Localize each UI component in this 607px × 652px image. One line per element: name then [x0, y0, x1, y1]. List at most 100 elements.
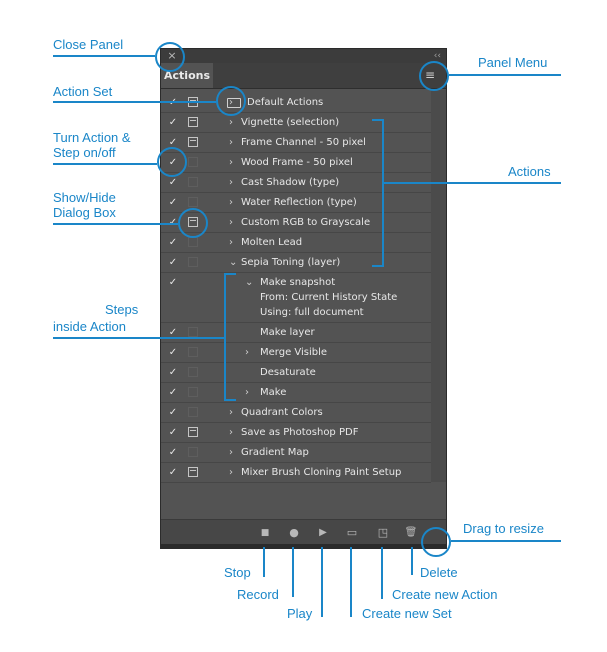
action-row[interactable]: ✓ › Frame Channel - 50 pixel	[161, 133, 431, 153]
stop-label: Stop	[224, 565, 251, 580]
action-row[interactable]: ✓ › Molten Lead	[161, 233, 431, 253]
action-row[interactable]: ✓ ⌄ Sepia Toning (layer)	[161, 253, 431, 273]
expand-arrow-icon[interactable]: ›	[229, 403, 233, 422]
action-label: Wood Frame - 50 pixel	[241, 157, 353, 168]
toggle-checkmark-icon[interactable]: ✓	[167, 423, 179, 442]
dialog-toggle-icon[interactable]	[188, 387, 198, 397]
expand-arrow-icon[interactable]: ›	[229, 463, 233, 482]
dialog-toggle-icon[interactable]	[188, 327, 198, 337]
action-row[interactable]: ✓›Default Actions	[161, 93, 431, 113]
toggle-checkmark-icon[interactable]: ✓	[167, 343, 179, 362]
toggle-checkmark-icon[interactable]: ✓	[167, 233, 179, 252]
dialog-toggle-icon[interactable]	[188, 157, 198, 167]
action-label: Merge Visible	[260, 347, 328, 358]
dialog-toggle-icon[interactable]	[188, 137, 198, 147]
dialog-toggle-icon[interactable]	[188, 407, 198, 417]
record-label: Record	[237, 587, 279, 602]
toggle-checkmark-icon[interactable]: ✓	[167, 463, 179, 482]
dialog-toggle-icon[interactable]	[188, 447, 198, 457]
record-icon[interactable]: ●	[287, 526, 301, 540]
resize-highlight	[421, 527, 451, 557]
steps-label-2: inside Action	[53, 319, 126, 334]
toggle-checkmark-icon[interactable]: ✓	[167, 383, 179, 402]
action-label: Vignette (selection)	[241, 117, 340, 128]
panel-menu-line	[449, 74, 561, 76]
expand-arrow-icon[interactable]: ›	[229, 173, 233, 192]
action-label: Make	[260, 387, 287, 398]
collapse-arrow-icon[interactable]: ⌄	[229, 253, 237, 272]
turn-action-line	[53, 163, 157, 165]
dialog-toggle-icon[interactable]	[188, 237, 198, 247]
create-action-label: Create new Action	[392, 587, 498, 602]
actions-bracket	[382, 119, 384, 267]
dialog-toggle-icon[interactable]	[188, 367, 198, 377]
scrollbar[interactable]	[431, 90, 446, 482]
expand-arrow-icon[interactable]: ›	[229, 443, 233, 462]
toggle-highlight	[157, 147, 187, 177]
new-action-icon[interactable]: ◳	[376, 526, 390, 540]
expand-arrow-icon[interactable]: ›	[245, 383, 249, 402]
action-label: Quadrant Colors	[241, 407, 323, 418]
action-set-label: Action Set	[53, 84, 113, 99]
toggle-checkmark-icon[interactable]: ✓	[167, 363, 179, 382]
dialog-toggle-icon[interactable]	[188, 117, 198, 127]
new-set-line	[350, 547, 352, 617]
dialog-toggle-icon[interactable]	[188, 347, 198, 357]
delete-line	[411, 547, 413, 575]
delete-icon[interactable]: 🗑	[404, 526, 418, 540]
dialog-toggle-icon[interactable]	[188, 257, 198, 267]
action-row[interactable]: ✓ Make layer	[161, 323, 431, 343]
actions-line	[382, 182, 561, 184]
stop-line	[263, 547, 265, 577]
play-icon[interactable]: ▶	[316, 526, 330, 540]
toggle-checkmark-icon[interactable]: ✓	[167, 273, 179, 292]
toggle-checkmark-icon[interactable]: ✓	[167, 323, 179, 342]
play-label: Play	[287, 606, 313, 621]
action-label: Water Reflection (type)	[241, 197, 357, 208]
action-row[interactable]: ✓ Desaturate	[161, 363, 431, 383]
action-row[interactable]: ✓ › Wood Frame - 50 pixel	[161, 153, 431, 173]
action-label: Save as Photoshop PDF	[241, 427, 359, 438]
new-set-icon[interactable]: ▭	[345, 526, 359, 540]
toggle-checkmark-icon[interactable]: ✓	[167, 253, 179, 272]
action-row[interactable]: ✓ › Merge Visible	[161, 343, 431, 363]
panel-menu-label: Panel Menu	[478, 55, 548, 70]
panel-resize-edge[interactable]	[160, 544, 447, 549]
expand-arrow-icon[interactable]: ›	[229, 213, 233, 232]
dialog-toggle-icon[interactable]	[188, 197, 198, 207]
action-set-line	[53, 101, 216, 103]
action-label: Sepia Toning (layer)	[241, 257, 341, 268]
action-row[interactable]: ✓ › Make	[161, 383, 431, 403]
dialog-toggle-icon[interactable]	[188, 177, 198, 187]
dialog-toggle-icon[interactable]	[188, 427, 198, 437]
drag-resize-label: Drag to resize	[463, 521, 544, 536]
action-row[interactable]: ✓ › Save as Photoshop PDF	[161, 423, 431, 443]
stop-icon[interactable]: ■	[258, 526, 272, 540]
toggle-checkmark-icon[interactable]: ✓	[167, 113, 179, 132]
expand-arrow-icon[interactable]: ›	[245, 343, 249, 362]
toggle-checkmark-icon[interactable]: ✓	[167, 443, 179, 462]
action-row[interactable]: ✓ › Vignette (selection)	[161, 113, 431, 133]
expand-arrow-icon[interactable]: ›	[229, 233, 233, 252]
steps-bracket-bottom	[224, 399, 236, 401]
expand-arrow-icon[interactable]: ›	[229, 153, 233, 172]
toggle-checkmark-icon[interactable]: ✓	[167, 193, 179, 212]
action-row[interactable]: ✓ ⌄ Make snapshot From: Current History Sta…	[161, 273, 431, 323]
actions-bracket-bottom	[372, 265, 384, 267]
action-label: Make layer	[260, 327, 315, 338]
collapse-arrow-icon[interactable]: ⌄	[245, 273, 253, 292]
expand-arrow-icon[interactable]: ›	[229, 193, 233, 212]
expand-arrow-icon[interactable]: ›	[229, 423, 233, 442]
close-panel-highlight	[155, 42, 185, 72]
toggle-checkmark-icon[interactable]: ✓	[167, 403, 179, 422]
create-set-label: Create new Set	[362, 606, 452, 621]
action-row[interactable]: ✓ › Mixer Brush Cloning Paint Setup	[161, 463, 431, 483]
close-panel-line	[53, 55, 155, 57]
action-row[interactable]: ✓ › Gradient Map	[161, 443, 431, 463]
action-label: Desaturate	[260, 367, 316, 378]
close-panel-label: Close Panel	[53, 37, 124, 52]
action-row[interactable]: ✓ › Quadrant Colors	[161, 403, 431, 423]
action-label: Gradient Map	[241, 447, 309, 458]
expand-arrow-icon[interactable]: ›	[229, 133, 233, 152]
dialog-toggle-icon[interactable]	[188, 467, 198, 477]
